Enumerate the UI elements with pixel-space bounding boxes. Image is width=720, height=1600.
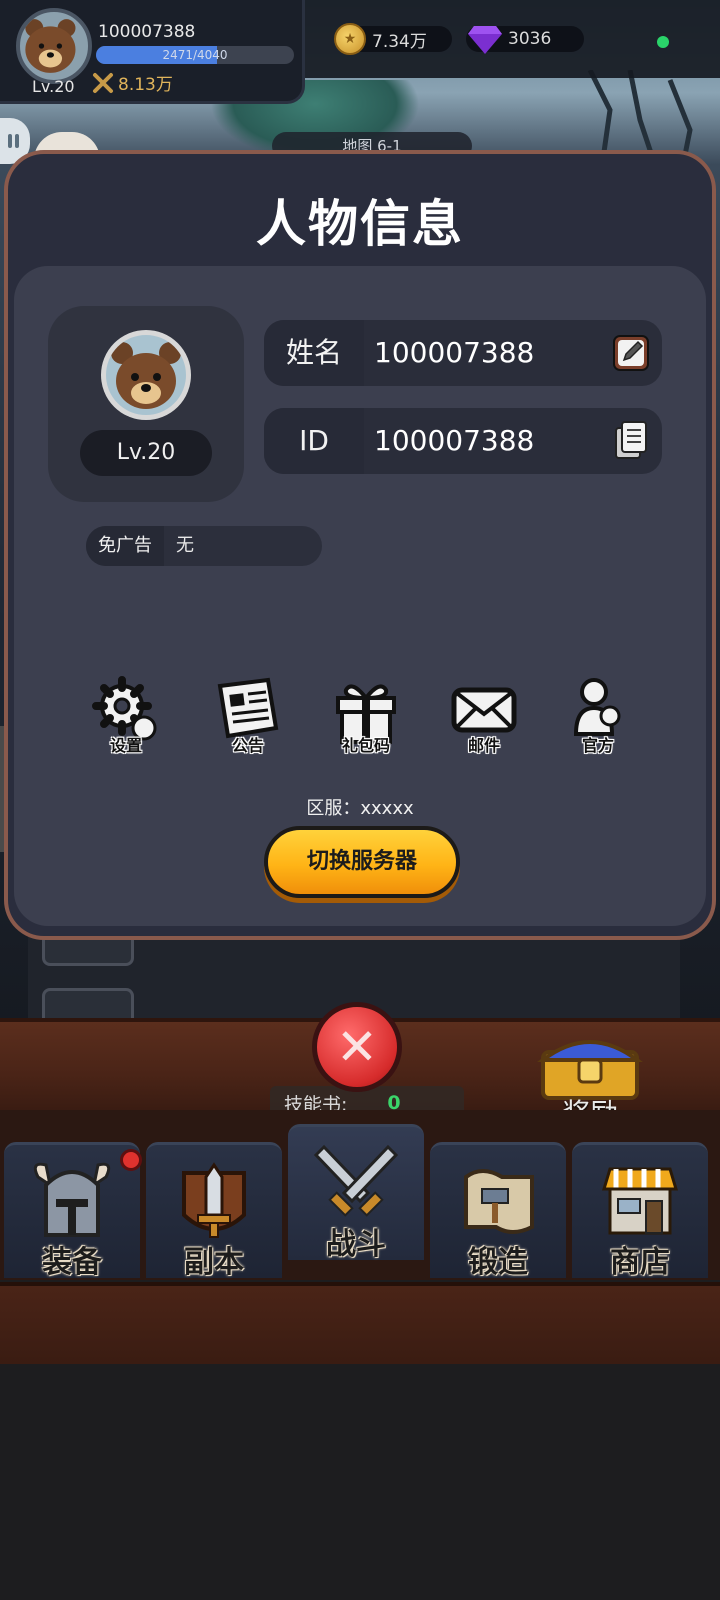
player-name: 100007388 <box>98 22 196 42</box>
nav-dungeon-label: 副本 <box>184 1245 244 1280</box>
top-hud: Lv.20 100007388 2471/4040 8.13万 ★ 7.34万 … <box>0 0 720 104</box>
modal-content: Lv.20 姓名 100007388 ID 100007388 免广告 无 设置… <box>14 266 706 926</box>
online-status-dot <box>657 36 669 48</box>
gift-code-button[interactable]: 礼包码 <box>318 676 414 766</box>
nav-battle[interactable]: 战斗 <box>288 1124 424 1262</box>
nav-shop-label: 商店 <box>610 1245 670 1280</box>
reward-chest-button[interactable]: 奖励 <box>530 1030 650 1130</box>
player-panel[interactable]: Lv.20 100007388 2471/4040 8.13万 <box>0 0 305 104</box>
treasure-chest-icon <box>537 1040 643 1100</box>
server-info: 区服：xxxxx <box>306 798 414 819</box>
bear-avatar-icon <box>25 19 76 73</box>
combat-power: 8.13万 <box>92 70 173 95</box>
xp-text: 2471/4040 <box>162 48 228 62</box>
gem-counter[interactable]: 3036 <box>466 26 584 54</box>
gold-value: 7.34万 <box>372 31 427 52</box>
nav-equipment-label: 装备 <box>42 1245 102 1280</box>
notice-label: 公告 <box>231 736 264 755</box>
close-icon: ✕ <box>336 1018 378 1076</box>
combat-power-value: 8.13万 <box>118 75 173 95</box>
crossed-swords-icon <box>93 72 113 93</box>
wood-shelf-bottom <box>0 1282 720 1364</box>
switch-server-button[interactable]: 切换服务器 <box>264 826 460 898</box>
level-badge: Lv.20 <box>80 430 212 476</box>
official-label: 官方 <box>581 736 614 755</box>
ad-free-status: 免广告 无 <box>86 526 322 566</box>
nav-battle-label: 战斗 <box>326 1227 386 1262</box>
gem-value: 3036 <box>508 29 552 49</box>
name-key: 姓名 <box>264 320 364 386</box>
ad-free-key: 免广告 <box>86 526 164 566</box>
bear-avatar-icon <box>111 342 181 409</box>
character-info-modal: 人物信息 Lv.20 姓名 100007388 ID 100007388 免广告… <box>4 150 716 940</box>
dungeon-sword-icon <box>182 1162 246 1238</box>
edit-icon[interactable] <box>612 332 652 374</box>
mail-button[interactable]: 邮件 <box>436 676 532 766</box>
gold-counter[interactable]: ★ 7.34万 <box>334 23 452 55</box>
avatar[interactable] <box>101 330 191 420</box>
nav-shop[interactable]: 商店 <box>572 1142 708 1280</box>
settings-label: 设置 <box>109 736 142 755</box>
close-button[interactable]: ✕ <box>312 1002 402 1092</box>
nav-forge-label: 锻造 <box>468 1245 528 1280</box>
forge-scroll-icon <box>464 1169 534 1234</box>
nav-dungeon[interactable]: 副本 <box>146 1142 282 1280</box>
mail-label: 邮件 <box>467 736 500 755</box>
notice-button[interactable]: 公告 <box>200 676 296 766</box>
xp-progress-bar: 2471/4040 <box>96 46 294 64</box>
id-key: ID <box>264 408 364 474</box>
shop-icon <box>601 1167 679 1235</box>
nav-equipment[interactable]: 装备 <box>4 1142 142 1280</box>
gem-icon <box>468 26 502 54</box>
crossed-swords-icon <box>313 1144 399 1217</box>
ad-free-value: 无 <box>176 535 194 556</box>
player-avatar[interactable] <box>16 8 92 84</box>
modal-title: 人物信息 <box>256 195 464 253</box>
id-value: 100007388 <box>374 424 535 457</box>
settings-button[interactable]: 设置 <box>78 676 174 766</box>
helmet-icon <box>33 1162 111 1237</box>
official-button[interactable]: 官方 <box>550 676 646 766</box>
copy-icon[interactable] <box>612 420 652 462</box>
name-row: 姓名 100007388 <box>264 320 662 386</box>
gift-code-label: 礼包码 <box>341 736 390 755</box>
name-value: 100007388 <box>374 336 535 369</box>
avatar-card[interactable]: Lv.20 <box>48 306 244 502</box>
player-level: Lv.20 <box>32 77 75 96</box>
notification-dot <box>120 1149 142 1171</box>
id-row: ID 100007388 <box>264 408 662 474</box>
gold-coin-icon: ★ <box>334 23 366 55</box>
nav-forge[interactable]: 锻造 <box>430 1142 566 1280</box>
